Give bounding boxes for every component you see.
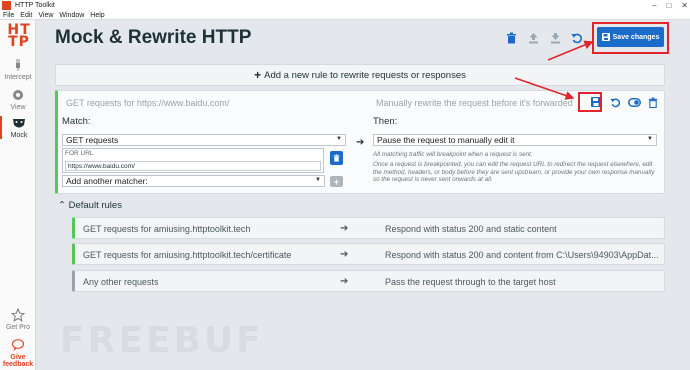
close-icon[interactable]: ✕ [681,1,688,10]
sidebar-item-label: Get Pro [5,324,31,331]
undo-icon [609,98,620,107]
default-rule-handler: Pass the request through to the target h… [385,277,556,287]
menu-window[interactable]: Window [59,12,84,19]
upload-icon [528,33,538,44]
sidebar-item-feedback[interactable]: Give feedback [0,338,36,368]
sidebar: HT TP Intercept View Mock Get Pro Give fe… [0,20,36,370]
add-matcher-select[interactable]: Add another matcher: ▼ [62,175,325,187]
then-label: Then: [373,116,398,127]
app-logo: HT TP [7,22,31,50]
sidebar-item-label: View [10,104,26,111]
toggle-icon [627,97,641,107]
add-matcher-button[interactable]: + [330,176,343,187]
default-rule-row[interactable]: Any other requests ➔ Pass the request th… [72,270,665,292]
reset-button[interactable] [569,30,585,46]
trash-icon [333,154,340,162]
method-select[interactable]: GET requests ▼ [62,134,346,146]
handler-select-value: Pause the request to manually edit it [377,135,515,145]
default-rule-match: GET requests for amiusing.httptoolkit.te… [83,250,292,260]
minimize-icon[interactable]: – [652,1,656,10]
match-label: Match: [62,116,91,127]
arrow-right-icon: ➔ [356,137,365,148]
add-matcher-select-value: Add another matcher: [66,176,148,186]
menu-help[interactable]: Help [90,12,104,19]
handler-description-1: All matching traffic will breakpoint whe… [373,151,533,158]
eye-icon [13,90,23,100]
plug-icon [16,59,20,71]
toggle-rule-button[interactable] [627,95,641,109]
theater-mask-icon [13,119,25,128]
menu-view[interactable]: View [38,12,53,19]
default-rule-row[interactable]: GET requests for amiusing.httptoolkit.te… [72,217,665,239]
highlight-box-save-changes [592,22,669,54]
default-rule-handler: Respond with status 200 and content from… [385,250,659,260]
handler-description-2: Once a request is breakpointed, you can … [373,161,655,183]
add-rule-label: Add a new rule to rewrite requests or re… [264,69,466,81]
import-button[interactable] [525,30,541,46]
window-title: HTTP Toolkit [15,2,55,9]
sidebar-item-label: Mock [10,132,28,139]
star-icon [11,308,25,322]
rule-summary-handler: Manually rewrite the request before it's… [376,98,573,108]
url-input-value: https://www.baidu.com/ [68,162,135,170]
url-input[interactable]: https://www.baidu.com/ [65,161,321,171]
page-title: Mock & Rewrite HTTP [55,27,252,48]
handler-select[interactable]: Pause the request to manually edit it ▼ [373,134,657,146]
sidebar-item-view[interactable]: View [0,88,36,111]
chevron-down-icon: ▼ [315,177,321,183]
default-rules-label: Default rules [68,200,122,211]
menu-edit[interactable]: Edit [20,12,32,19]
window-titlebar: HTTP Toolkit – □ ✕ [0,0,690,11]
reset-rule-button[interactable] [608,95,622,109]
chevron-up-icon: ⌃ [58,200,66,211]
arrow-right-icon: ➔ [340,249,349,260]
speech-bubble-icon [11,339,25,351]
url-matcher: FOR URL https://www.baidu.com/ [62,148,324,173]
sidebar-item-label: Give feedback [2,354,34,368]
app-icon [2,1,11,10]
trash-icon [506,32,516,44]
sidebar-item-get-pro[interactable]: Get Pro [0,308,36,331]
trash-icon [648,97,658,108]
chevron-down-icon: ▼ [336,136,342,142]
highlight-box-save-rule [578,92,602,112]
maximize-icon[interactable]: □ [666,1,671,10]
menu-bar: File Edit View Window Help [0,11,690,20]
default-rules-toggle[interactable]: ⌃ Default rules [58,200,122,211]
default-rule-row[interactable]: GET requests for amiusing.httptoolkit.te… [72,243,665,265]
arrow-right-icon: ➔ [340,223,349,234]
menu-file[interactable]: File [3,12,14,19]
export-button[interactable] [547,30,563,46]
plus-icon: + [254,68,262,82]
watermark: FREEBUF [60,320,264,361]
url-caption: FOR URL [65,150,94,157]
sidebar-item-intercept[interactable]: Intercept [0,58,36,81]
chevron-down-icon: ▼ [647,136,653,142]
delete-matcher-button[interactable] [330,151,343,165]
rule-summary-match: GET requests for https://www.baidu.com/ [66,98,230,108]
add-rule-button[interactable]: + Add a new rule to rewrite requests or … [55,64,665,86]
sidebar-item-mock[interactable]: Mock [0,116,36,139]
delete-rule-button[interactable] [646,95,660,109]
undo-icon [571,33,582,44]
arrow-right-icon: ➔ [340,276,349,287]
download-icon [550,33,560,44]
default-rule-match: GET requests for amiusing.httptoolkit.te… [83,224,251,234]
sidebar-item-label: Intercept [4,74,32,81]
delete-all-button[interactable] [503,30,519,46]
method-select-value: GET requests [66,135,119,145]
default-rule-match: Any other requests [83,277,159,287]
default-rule-handler: Respond with status 200 and static conte… [385,224,557,234]
